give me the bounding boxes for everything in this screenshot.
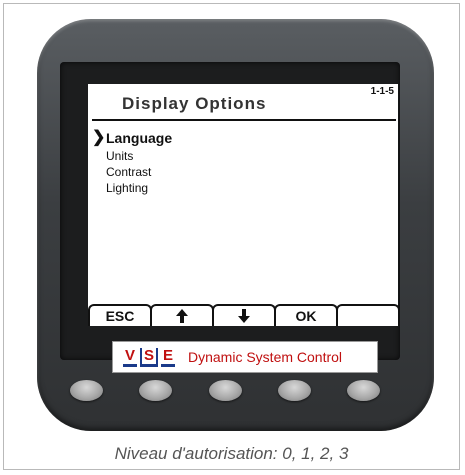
up-softkey[interactable] [150,304,214,326]
brand-text: Dynamic System Control [188,349,343,365]
logo-letter-s: S [140,347,158,367]
menu-item-label: Lighting [106,181,149,195]
hardware-button-2[interactable] [139,380,173,401]
menu-item-language[interactable]: ❯ Language [92,128,173,148]
hardware-button-4[interactable] [277,380,311,401]
options-menu: ❯ Language Units Contrast Lighting [92,128,173,196]
hardware-button-1[interactable] [70,380,103,401]
screen-title: Display Options [122,94,267,113]
logo-letter-e: E [161,347,175,367]
image-frame: Display Options 1-1-5 ❯ Language Units C… [3,3,460,470]
hardware-button-5[interactable] [347,380,380,401]
menu-item-label: Language [106,130,173,146]
authorization-caption: Niveau d'autorisation: 0, 1, 2, 3 [114,444,349,463]
hardware-button-3[interactable] [208,380,242,401]
esc-label: ESC [105,308,135,324]
softkey-bar: ESC OK [88,304,400,326]
lcd-screen: Display Options 1-1-5 ❯ Language Units C… [88,84,400,326]
menu-item-units[interactable]: Units [98,148,172,164]
brand-label: V S E Dynamic System Control [112,341,378,373]
esc-softkey[interactable]: ESC [88,304,152,326]
menu-item-lighting[interactable]: Lighting [98,180,172,196]
menu-item-contrast[interactable]: Contrast [98,164,172,180]
logo-letter-v: V [123,347,137,367]
menu-code: 1-1-5 [370,86,394,97]
menu-item-label: Contrast [106,165,152,179]
blank-softkey[interactable] [336,304,400,326]
arrow-down-icon [238,309,250,323]
ok-label: OK [295,308,317,324]
menu-item-label: Units [106,149,134,163]
selection-chevron-icon: ❯ [92,129,106,146]
hardware-buttons [70,380,380,402]
title-divider [92,119,396,121]
vse-logo: V S E [123,347,178,367]
down-softkey[interactable] [212,304,276,326]
arrow-up-icon [176,309,188,323]
ok-softkey[interactable]: OK [274,304,338,326]
